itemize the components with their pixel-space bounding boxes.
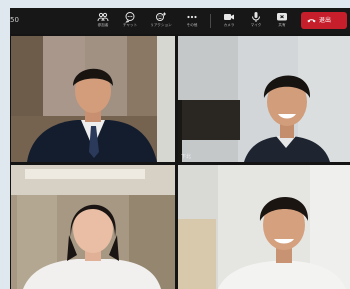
participant-video-image [178, 36, 350, 162]
video-grid: 下北 [10, 34, 350, 289]
chat-button[interactable]: チャット [114, 10, 146, 32]
more-label: その他 [186, 23, 198, 27]
reactions-label: リアクション [150, 23, 172, 27]
participant-name: 下北 [181, 154, 192, 160]
participant-video-top-left[interactable] [11, 36, 175, 162]
participant-video-image [178, 165, 350, 289]
toolbar-divider [210, 14, 211, 28]
participant-video-top-right[interactable]: 下北 [178, 36, 350, 162]
participant-video-bottom-left[interactable] [11, 165, 175, 289]
share-button[interactable]: 共有 [266, 10, 298, 32]
phone-hangup-icon [307, 19, 316, 23]
mic-icon [252, 12, 260, 22]
reactions-button[interactable]: リアクション [145, 10, 177, 32]
video-call-window: 50 参加者 チャット リアクション その他 カメラ マイク 共有 退出 下北 [10, 8, 350, 289]
share-label: 共有 [278, 23, 286, 27]
more-button[interactable]: その他 [176, 10, 208, 32]
chat-label: チャット [122, 23, 138, 27]
more-icon [187, 15, 197, 19]
meeting-time: 50 [10, 16, 19, 24]
people-icon [97, 12, 109, 22]
leave-button[interactable]: 退出 [301, 12, 347, 29]
participant-video-image [11, 165, 175, 289]
share-icon [277, 13, 287, 21]
screenshot-frame: 50 参加者 チャット リアクション その他 カメラ マイク 共有 退出 下北 [0, 0, 350, 289]
smile-icon [156, 12, 166, 21]
participant-video-image [11, 36, 175, 162]
leave-label: 退出 [319, 17, 332, 24]
chat-icon [125, 12, 135, 23]
meeting-toolbar: 50 参加者 チャット リアクション その他 カメラ マイク 共有 退出 [10, 8, 350, 34]
camera-icon [224, 14, 234, 20]
participant-video-bottom-right[interactable] [178, 165, 350, 289]
